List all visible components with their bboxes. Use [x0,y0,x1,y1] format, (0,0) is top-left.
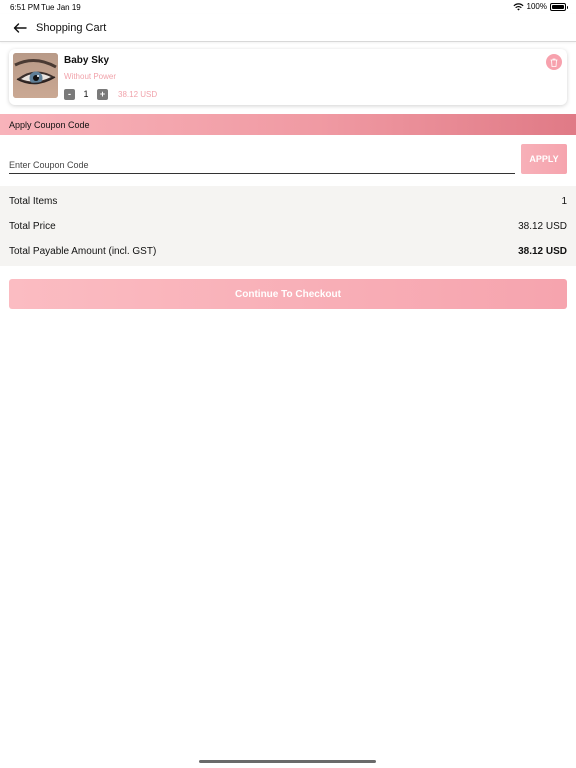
status-bar: 6:51 PM Tue Jan 19 100% [0,0,576,14]
summary-label: Total Payable Amount (incl. GST) [9,246,157,257]
battery-percent: 100% [526,2,547,11]
quantity-stepper: - 1 + 38.12 USD [64,88,157,100]
continue-to-checkout-button[interactable]: Continue To Checkout [9,279,567,309]
page-title: Shopping Cart [36,22,107,34]
product-name[interactable]: Baby Sky [64,55,109,66]
product-price: 38.12 USD [118,89,158,99]
summary-value: 38.12 USD [518,246,567,257]
coupon-header-label: Apply Coupon Code [9,120,90,130]
summary-value: 38.12 USD [518,221,567,232]
trash-icon [550,58,558,67]
order-summary: Total Items 1 Total Price 38.12 USD Tota… [0,186,576,266]
home-indicator[interactable] [199,760,376,763]
summary-row-total-payable: Total Payable Amount (incl. GST) 38.12 U… [9,246,567,257]
cart-item-card: Baby Sky Without Power - 1 + 38.12 USD [9,49,567,105]
battery-icon [550,2,568,11]
navigation-bar: Shopping Cart [0,14,576,42]
quantity-value: 1 [83,89,89,99]
decrease-quantity-button[interactable]: - [64,88,75,100]
product-image[interactable] [13,53,58,98]
status-time: 6:51 PM [10,3,40,12]
summary-row-total-price: Total Price 38.12 USD [9,221,567,232]
status-indicators: 100% [512,2,568,11]
delete-item-button[interactable] [546,54,562,70]
product-variant: Without Power [64,72,117,81]
summary-label: Total Price [9,221,56,232]
coupon-section-header: Apply Coupon Code [0,114,576,135]
back-button[interactable] [10,19,30,37]
apply-coupon-button[interactable]: APPLY [521,144,567,174]
coupon-code-input[interactable] [9,154,515,174]
summary-row-total-items: Total Items 1 [9,196,567,207]
summary-label: Total Items [9,196,58,207]
arrow-left-icon [13,23,27,33]
wifi-icon [512,2,524,11]
status-date: Tue Jan 19 [41,3,81,12]
summary-value: 1 [561,196,567,207]
increase-quantity-button[interactable]: + [97,88,108,100]
